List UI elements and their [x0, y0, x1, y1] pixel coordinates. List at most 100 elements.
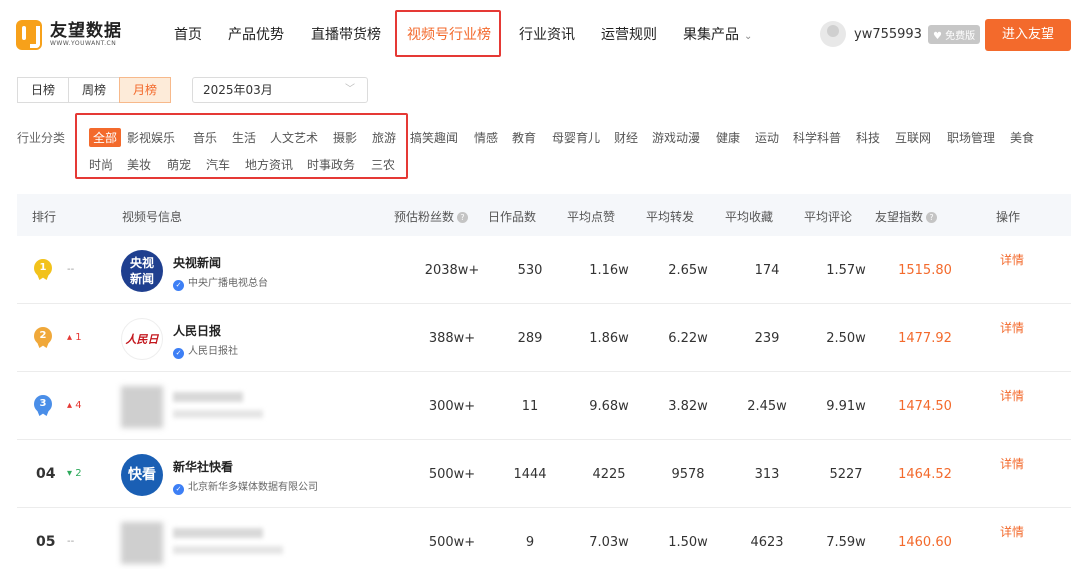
fans-cell: 2038w+: [424, 263, 480, 278]
blurred-avatar[interactable]: [121, 522, 163, 564]
youwang-index-cell: 1515.80: [898, 263, 952, 278]
category-item[interactable]: 科技: [856, 129, 880, 146]
avg-comments-cell: 2.50w: [826, 331, 866, 346]
rank-medal-icon: 2: [34, 327, 52, 345]
avg-comments-cell: 1.57w: [826, 263, 866, 278]
xinhua-kuaikan-logo[interactable]: 快看: [121, 454, 163, 496]
account-name[interactable]: 央视新闻: [173, 254, 221, 271]
account-name[interactable]: 人民日报: [173, 322, 221, 339]
tab-monthly[interactable]: 月榜: [119, 77, 172, 103]
month-select-value: 2025年03月: [203, 83, 273, 97]
category-item[interactable]: 母婴育儿: [552, 129, 600, 146]
blurred-avatar[interactable]: [121, 386, 163, 428]
arrow-down-icon: ▾: [67, 468, 76, 479]
youwang-index-cell: 1474.50: [898, 399, 952, 414]
table-row[interactable]: 05 -- 500w+ 9 7.03w 1.50w 4623 7.59w 1460.60 详情: [17, 508, 1071, 569]
account-org: ✓ 北京新华多媒体数据有限公司: [173, 478, 318, 495]
th-account-info: 视频号信息: [122, 210, 183, 224]
table-row[interactable]: 3 ▴ 4 300w+ 11 9.68w 3.82w 2.45w 9.91w 1474.50 详情: [17, 372, 1071, 440]
detail-link[interactable]: 详情: [1000, 319, 1024, 336]
avg-shares-cell: 6.22w: [668, 331, 708, 346]
blurred-account-org: [173, 410, 263, 418]
works-cell: 11: [521, 399, 539, 414]
th-avg-collects[interactable]: 平均收藏: [725, 208, 773, 225]
avg-collects-cell: 239: [754, 331, 780, 346]
arrow-up-icon: ▴: [67, 332, 76, 343]
youwang-index-cell: 1477.92: [898, 331, 952, 346]
account-org: ✓ 中央广播电视总台: [173, 274, 268, 291]
category-item[interactable]: 互联网: [895, 129, 931, 146]
brand-domain: WWW.YOUWANT.CN: [50, 40, 117, 47]
fans-cell: 500w+: [428, 467, 476, 482]
rank-number: 04: [36, 466, 56, 482]
nav-product-advantages[interactable]: 产品优势: [228, 24, 284, 44]
th-avg-comments[interactable]: 平均评论: [804, 208, 852, 225]
arrow-up-icon: ▴: [67, 400, 76, 411]
nav-guoji-products[interactable]: 果集产品 ⌄: [683, 24, 752, 44]
nav-home[interactable]: 首页: [174, 24, 202, 44]
blurred-account-name: [173, 392, 243, 402]
tab-daily[interactable]: 日榜: [17, 77, 70, 103]
help-icon[interactable]: ?: [926, 212, 938, 223]
username: yw755993: [854, 26, 922, 42]
th-youwang-index[interactable]: 友望指数?: [875, 208, 938, 225]
category-item[interactable]: 健康: [716, 129, 740, 146]
avg-shares-cell: 2.65w: [668, 263, 708, 278]
category-highlight-box: [75, 113, 408, 179]
rank-medal-icon: 1: [34, 259, 52, 277]
verified-icon: ✓: [173, 280, 184, 291]
th-avg-likes[interactable]: 平均点赞: [567, 208, 615, 225]
category-item[interactable]: 科学科普: [793, 129, 841, 146]
rank-change: --: [67, 536, 75, 547]
table-row[interactable]: 2 ▴ 1 人民日报人民日报 ✓人民日报社 388w+ 289 1.86w 6.22w 239 2…: [17, 304, 1071, 372]
th-avg-shares[interactable]: 平均转发: [646, 208, 694, 225]
avg-comments-cell: 9.91w: [826, 399, 866, 414]
detail-link[interactable]: 详情: [1000, 455, 1024, 472]
account-name[interactable]: 新华社快看: [173, 458, 233, 475]
avg-comments-cell: 7.59w: [826, 535, 866, 550]
tab-weekly[interactable]: 周榜: [68, 77, 121, 103]
th-daily-works[interactable]: 日作品数: [488, 208, 536, 225]
chevron-down-icon: ﹀: [345, 84, 355, 95]
avg-collects-cell: 174: [754, 263, 780, 278]
avg-collects-cell: 313: [754, 467, 780, 482]
works-cell: 9: [525, 535, 535, 550]
rank-number: 05: [36, 534, 56, 550]
detail-link[interactable]: 详情: [1000, 387, 1024, 404]
detail-link[interactable]: 详情: [1000, 523, 1024, 540]
avg-likes-cell: 1.86w: [589, 331, 629, 346]
category-item[interactable]: 搞笑趣闻: [410, 129, 458, 146]
brand-name: 友望数据: [50, 21, 122, 41]
rank-change: ▴ 4: [67, 400, 82, 411]
account-org: ✓ 人民日报社: [173, 342, 238, 359]
nav-live-commerce-rank[interactable]: 直播带货榜: [311, 24, 381, 44]
category-item[interactable]: 美食: [1010, 129, 1034, 146]
th-fans[interactable]: 预估粉丝数?: [394, 208, 469, 225]
avatar[interactable]: [820, 21, 846, 47]
detail-link[interactable]: 详情: [1000, 251, 1024, 268]
rank-medal-icon: 3: [34, 395, 52, 413]
category-item[interactable]: 教育: [512, 129, 536, 146]
fans-cell: 388w+: [428, 331, 476, 346]
help-icon[interactable]: ?: [457, 212, 469, 223]
nav-industry-news[interactable]: 行业资讯: [519, 24, 575, 44]
category-item[interactable]: 游戏动漫: [652, 129, 700, 146]
month-select[interactable]: 2025年03月 ﹀: [192, 77, 368, 103]
user-info[interactable]: yw755993 ♥ 免费版: [820, 21, 981, 47]
enter-button[interactable]: 进入友望: [985, 19, 1071, 51]
nav-operation-rules[interactable]: 运营规则: [601, 24, 657, 44]
peoples-daily-logo[interactable]: 人民日报: [121, 318, 163, 360]
category-item[interactable]: 情感: [474, 129, 498, 146]
category-item[interactable]: 财经: [614, 129, 638, 146]
table-row[interactable]: 1 -- 央视 新闻 央视新闻 ✓ 中央广播电视总台 2038w+ 530 1.16w 2.65w 1…: [17, 236, 1071, 304]
brand-logo[interactable]: 友望数据 WWW.YOUWANT.CN: [16, 20, 122, 50]
category-item[interactable]: 职场管理: [947, 129, 995, 146]
verified-icon: ✓: [173, 348, 184, 359]
period-tabs: 日榜 周榜 月榜: [17, 77, 172, 103]
category-item[interactable]: 运动: [755, 129, 779, 146]
cctv-news-logo[interactable]: 央视 新闻: [121, 250, 163, 292]
table-row[interactable]: 04 ▾ 2 快看 新华社快看 ✓ 北京新华多媒体数据有限公司 500w+ 1444 4225 9…: [17, 440, 1071, 508]
works-cell: 289: [517, 331, 543, 346]
plan-badge: ♥ 免费版: [927, 24, 981, 44]
blurred-account-org: [173, 546, 283, 554]
